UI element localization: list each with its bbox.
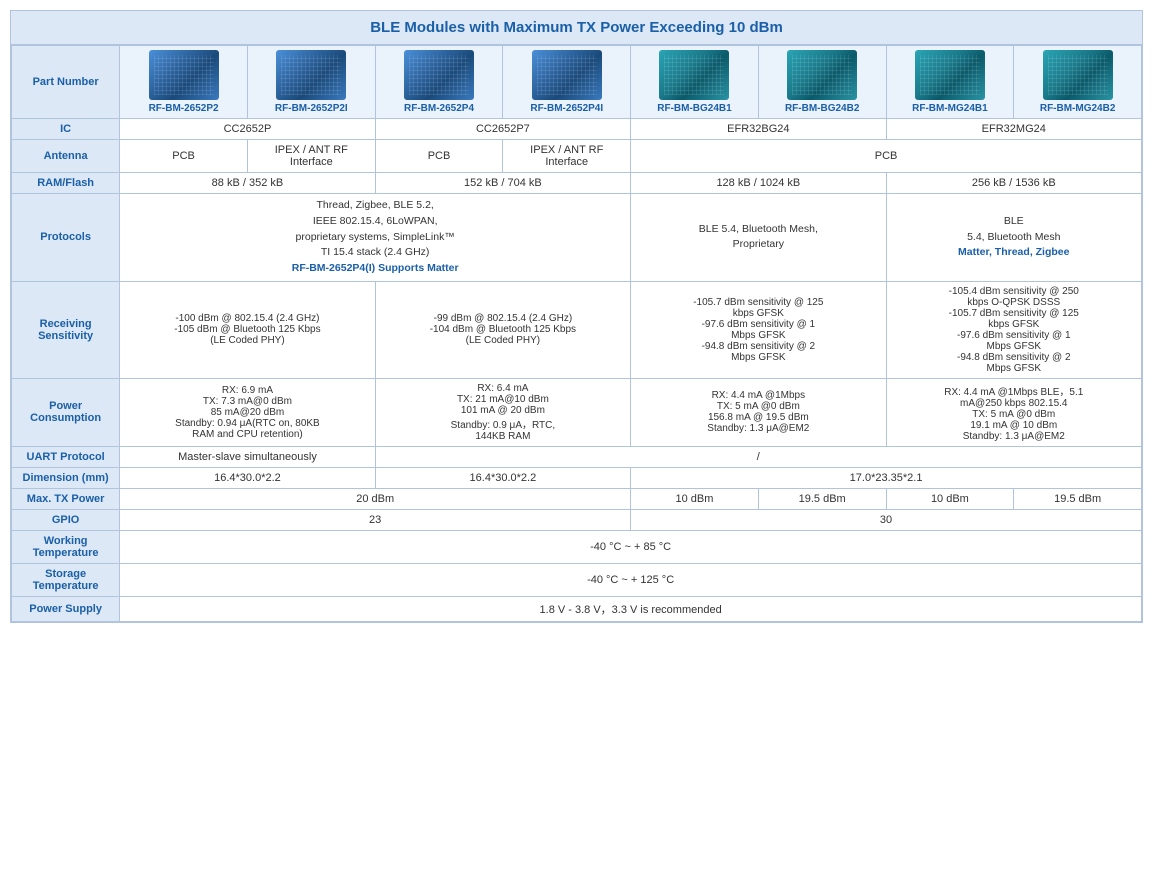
power-consumption-header: PowerConsumption	[12, 378, 120, 446]
uart-value-1: Master-slave simultaneously	[120, 446, 375, 467]
page-title: BLE Modules with Maximum TX Power Exceed…	[11, 11, 1142, 45]
recv-sens-1: -100 dBm @ 802.15.4 (2.4 GHz) -105 dBm @…	[120, 281, 375, 378]
receiving-sensitivity-header: ReceivingSensitivity	[12, 281, 120, 378]
dimension-header: Dimension (mm)	[12, 467, 120, 488]
power-supply-header: Power Supply	[12, 596, 120, 621]
dimension-2: 16.4*30.0*2.2	[375, 467, 630, 488]
max-tx-power-4: 10 dBm	[886, 488, 1014, 509]
power-cons-2: RX: 6.4 mA TX: 21 mA@10 dBm 101 mA @ 20 …	[375, 378, 630, 446]
part-col-bg24b1: RF-BM-BG24B1	[631, 46, 759, 119]
ram-flash-3: 128 kB / 1024 kB	[631, 173, 886, 194]
ram-flash-4: 256 kB / 1536 kB	[886, 173, 1141, 194]
recv-sens-2: -99 dBm @ 802.15.4 (2.4 GHz) -104 dBm @ …	[375, 281, 630, 378]
protocols-mg24: BLE5.4, Bluetooth Mesh Matter, Thread, Z…	[886, 194, 1141, 282]
dimension-3: 17.0*23.35*2.1	[631, 467, 1142, 488]
antenna-pcb-group: PCB	[631, 140, 1142, 173]
storage-temp-header: StorageTemperature	[12, 563, 120, 596]
ic-cc2652p: CC2652P	[120, 119, 375, 140]
part-number-header: Part Number	[12, 46, 120, 119]
max-tx-power-3: 19.5 dBm	[758, 488, 886, 509]
part-col-mg24b2: RF-BM-MG24B2	[1014, 46, 1142, 119]
ic-cc2652p7: CC2652P7	[375, 119, 630, 140]
dimension-1: 16.4*30.0*2.2	[120, 467, 375, 488]
ram-flash-header: RAM/Flash	[12, 173, 120, 194]
antenna-ipex-1: IPEX / ANT RFInterface	[247, 140, 375, 173]
part-col-bg24b2: RF-BM-BG24B2	[758, 46, 886, 119]
ic-header: IC	[12, 119, 120, 140]
max-tx-power-5: 19.5 dBm	[1014, 488, 1142, 509]
max-tx-power-2: 10 dBm	[631, 488, 759, 509]
part-col-2652p4i: RF-BM-2652P4I	[503, 46, 631, 119]
gpio-header: GPIO	[12, 509, 120, 530]
antenna-pcb-1: PCB	[120, 140, 248, 173]
power-cons-4: RX: 4.4 mA @1Mbps BLE，5.1mA@250 kbps 802…	[886, 378, 1141, 446]
gpio-value-2: 30	[631, 509, 1142, 530]
ram-flash-2: 152 kB / 704 kB	[375, 173, 630, 194]
ram-flash-1: 88 kB / 352 kB	[120, 173, 375, 194]
gpio-value-1: 23	[120, 509, 631, 530]
ic-efr32bg24: EFR32BG24	[631, 119, 886, 140]
antenna-ipex-2: IPEX / ANT RFInterface	[503, 140, 631, 173]
recv-sens-3: -105.7 dBm sensitivity @ 125kbps GFSK -9…	[631, 281, 886, 378]
antenna-pcb-2: PCB	[375, 140, 503, 173]
max-tx-power-header: Max. TX Power	[12, 488, 120, 509]
max-tx-power-1: 20 dBm	[120, 488, 631, 509]
working-temp-header: WorkingTemperature	[12, 530, 120, 563]
power-cons-3: RX: 4.4 mA @1Mbps TX: 5 mA @0 dBm 156.8 …	[631, 378, 886, 446]
storage-temp-value: -40 °C ~ + 125 °C	[120, 563, 1142, 596]
part-col-2652p2: RF-BM-2652P2	[120, 46, 248, 119]
protocols-bg24: BLE 5.4, Bluetooth Mesh,Proprietary	[631, 194, 886, 282]
antenna-header: Antenna	[12, 140, 120, 173]
uart-value-2: /	[375, 446, 1141, 467]
part-col-mg24b1: RF-BM-MG24B1	[886, 46, 1014, 119]
ic-efr32mg24: EFR32MG24	[886, 119, 1141, 140]
power-supply-value: 1.8 V - 3.8 V，3.3 V is recommended	[120, 596, 1142, 621]
part-col-2652p4: RF-BM-2652P4	[375, 46, 503, 119]
power-cons-1: RX: 6.9 mA TX: 7.3 mA@0 dBm 85 mA@20 dBm…	[120, 378, 375, 446]
protocols-cc2652: Thread, Zigbee, BLE 5.2, IEEE 802.15.4, …	[120, 194, 631, 282]
working-temp-value: -40 °C ~ + 85 °C	[120, 530, 1142, 563]
protocols-header: Protocols	[12, 194, 120, 282]
recv-sens-4: -105.4 dBm sensitivity @ 250kbps O-QPSK …	[886, 281, 1141, 378]
uart-header: UART Protocol	[12, 446, 120, 467]
part-col-2652p2i: RF-BM-2652P2I	[247, 46, 375, 119]
